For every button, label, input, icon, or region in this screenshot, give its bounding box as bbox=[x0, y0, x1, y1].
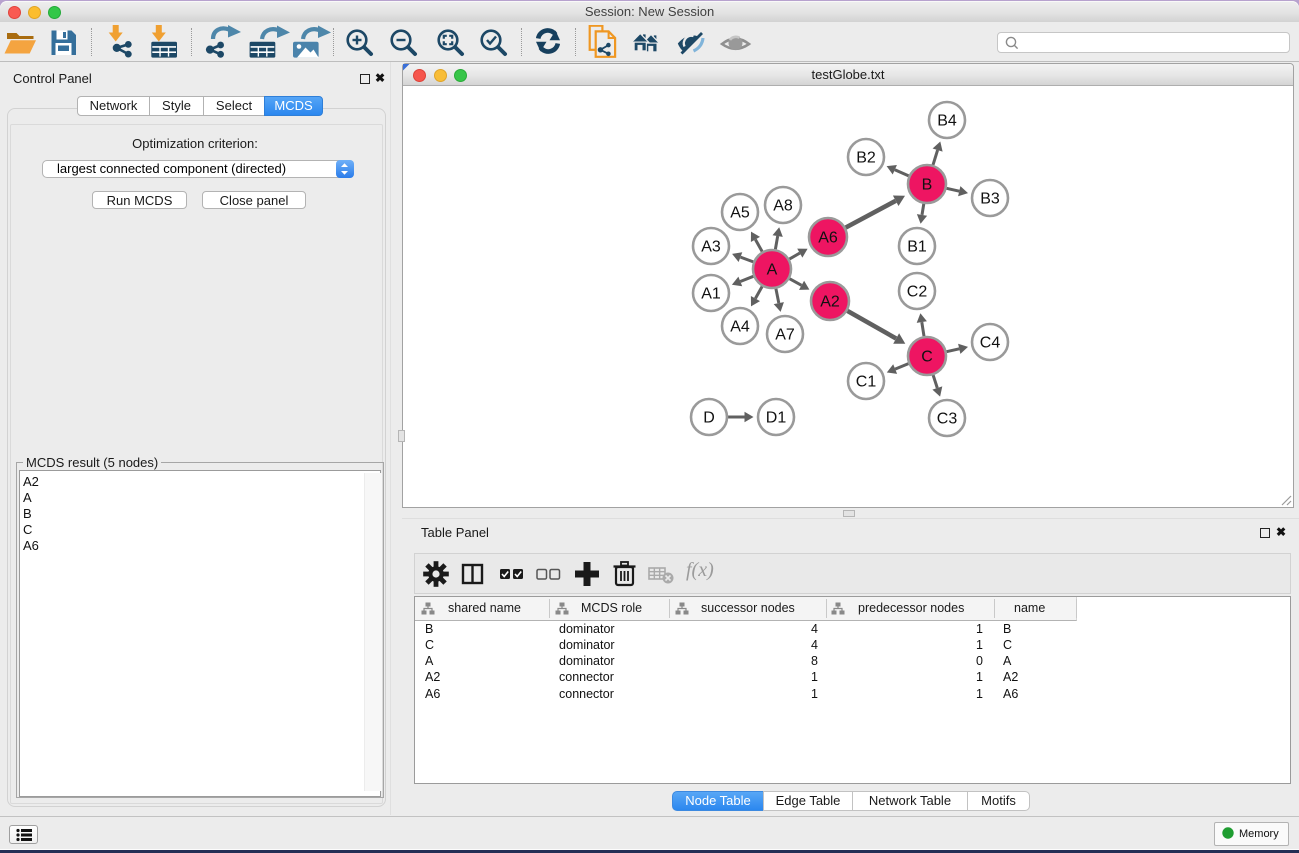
svg-text:A3: A3 bbox=[701, 239, 721, 256]
svg-text:B4: B4 bbox=[937, 113, 957, 130]
svg-text:C: C bbox=[921, 349, 933, 366]
svg-text:A: A bbox=[767, 262, 778, 279]
svg-text:C4: C4 bbox=[980, 335, 1001, 352]
svg-text:D: D bbox=[703, 410, 715, 427]
svg-text:D1: D1 bbox=[766, 410, 787, 427]
svg-text:A8: A8 bbox=[773, 198, 793, 215]
svg-text:A4: A4 bbox=[730, 319, 750, 336]
svg-text:A6: A6 bbox=[818, 230, 838, 247]
svg-text:B: B bbox=[922, 177, 933, 194]
svg-text:B1: B1 bbox=[907, 239, 927, 256]
svg-text:C3: C3 bbox=[937, 411, 958, 428]
svg-text:C1: C1 bbox=[856, 374, 877, 391]
svg-text:A7: A7 bbox=[775, 327, 795, 344]
svg-text:B3: B3 bbox=[980, 191, 1000, 208]
svg-text:B2: B2 bbox=[856, 150, 876, 167]
svg-text:C2: C2 bbox=[907, 284, 928, 301]
svg-text:A2: A2 bbox=[820, 294, 840, 311]
svg-text:A1: A1 bbox=[701, 286, 721, 303]
svg-text:A5: A5 bbox=[730, 205, 750, 222]
